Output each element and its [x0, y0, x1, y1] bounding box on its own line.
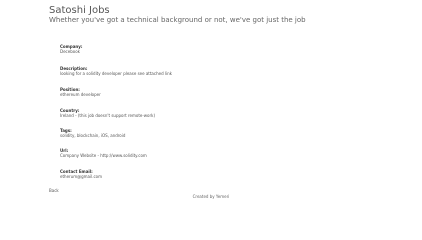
url-value[interactable]: Company Website - http://www.solidity.co… — [60, 153, 147, 158]
url-field: Url: Company Website - http://www.solidi… — [60, 148, 147, 158]
site-tagline: Whether you've got a technical backgroun… — [49, 16, 306, 24]
country-value: Ireland - (this job doesn't support remo… — [60, 113, 156, 118]
email-field: Contact Email: etherum@gmail.com — [60, 169, 102, 179]
tags-value: solidity, blockchain, iOS, android — [60, 133, 126, 138]
email-value: etherum@gmail.com — [60, 174, 103, 179]
description-field: Description: looking for a solidity deve… — [60, 66, 172, 76]
position-field: Position: ethereum developer — [60, 87, 101, 97]
tags-field: Tags: solidity, blockchain, iOS, android — [60, 128, 125, 138]
country-field: Country: Ireland - (this job doesn't sup… — [60, 108, 155, 118]
back-link[interactable]: Back — [49, 188, 59, 193]
company-value: Decebook — [60, 49, 80, 54]
description-value: looking for a solidity developer please … — [60, 71, 172, 76]
position-value: ethereum developer — [60, 92, 101, 97]
footer-credit: Created by Yemeri — [192, 194, 230, 199]
company-field: Company: Decebook — [60, 44, 82, 54]
